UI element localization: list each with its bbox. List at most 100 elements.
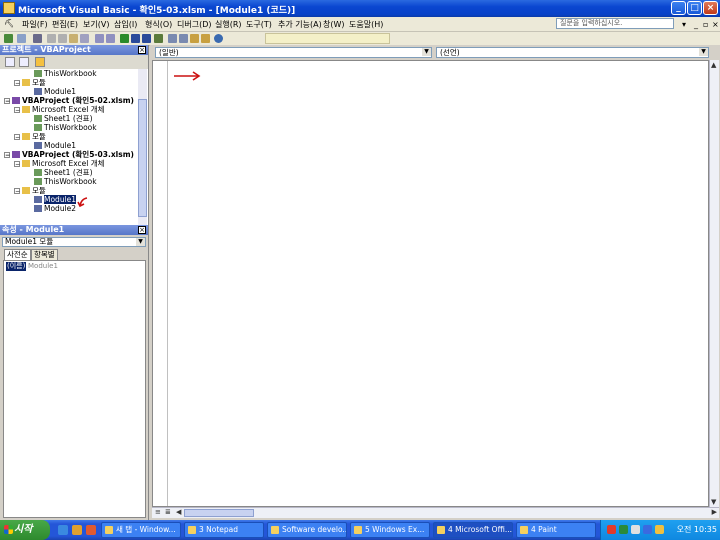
menu-view[interactable]: 보기(V)	[83, 19, 109, 30]
tree-node[interactable]: Sheet1 (견표)	[34, 168, 93, 177]
design-mode-icon[interactable]	[154, 34, 163, 43]
tree-node[interactable]: Module1	[34, 195, 77, 204]
copy-icon[interactable]	[58, 34, 67, 43]
chevron-down-icon[interactable]: ▼	[699, 48, 708, 56]
tree-node[interactable]: − Microsoft Excel 개체	[14, 105, 105, 114]
tree-node[interactable]: ThisWorkbook	[34, 123, 97, 132]
doc-minimize-button[interactable]: _	[694, 20, 698, 29]
scrollbar-thumb[interactable]	[184, 509, 254, 517]
paste-icon[interactable]	[69, 34, 78, 43]
object-combo[interactable]: (일반) ▼	[155, 47, 432, 58]
tree-node[interactable]: − 모듈	[14, 186, 46, 195]
code-editor[interactable]	[152, 60, 709, 507]
toggle-folders-icon[interactable]	[35, 57, 45, 67]
help-search-input[interactable]: 질문을 입력하십시오.	[556, 18, 674, 29]
object-selector[interactable]: Module1 모듈 ▼	[2, 237, 146, 247]
maximize-button[interactable]: □	[687, 1, 702, 15]
task-button[interactable]: 새 탭 - Window...	[101, 522, 181, 538]
collapse-toggle-icon[interactable]: −	[4, 98, 10, 105]
collapse-toggle-icon[interactable]: −	[14, 188, 20, 195]
scroll-right-icon[interactable]: ▶	[712, 508, 717, 516]
task-button[interactable]: 3 Notepad	[184, 522, 264, 538]
folder-quicklaunch-icon[interactable]	[72, 525, 82, 535]
code-margin[interactable]	[153, 61, 168, 506]
doc-dropdown-icon[interactable]: ▾	[682, 20, 686, 29]
collapse-toggle-icon[interactable]: −	[14, 134, 20, 141]
menu-edit[interactable]: 편집(E)	[52, 19, 78, 30]
help-icon[interactable]	[214, 34, 223, 43]
view-object-icon[interactable]	[19, 57, 29, 67]
tray-volume-icon[interactable]	[643, 525, 652, 534]
menu-addins[interactable]: 추가 기능(A)	[278, 19, 322, 30]
collapse-toggle-icon[interactable]: −	[4, 152, 10, 159]
property-grid[interactable]: (이름) Module1	[3, 260, 146, 518]
tree-node[interactable]: Module1	[34, 87, 76, 96]
undo-icon[interactable]	[95, 34, 104, 43]
tab-categorized[interactable]: 항목별	[31, 249, 58, 260]
task-button[interactable]: 4 Paint	[516, 522, 596, 538]
vba-app-icon[interactable]	[3, 2, 15, 14]
close-button[interactable]: ×	[703, 1, 718, 15]
tray-app-icon[interactable]	[607, 525, 616, 534]
menu-debug[interactable]: 디버그(D)	[177, 19, 211, 30]
tree-node[interactable]: Sheet1 (견표)	[34, 114, 93, 123]
tree-node[interactable]: Module1	[34, 141, 76, 150]
object-browser-icon[interactable]	[190, 34, 199, 43]
task-button[interactable]: 5 Windows Ex...	[350, 522, 430, 538]
tray-network-icon[interactable]	[619, 525, 628, 534]
tree-node[interactable]: − 모듈	[14, 78, 46, 87]
project-tree[interactable]: ThisWorkbook − 모듈 Module1− VBAProject (확인5-0…	[0, 69, 138, 225]
chevron-down-icon[interactable]: ▼	[136, 238, 145, 246]
menu-insert[interactable]: 삽입(I)	[114, 19, 137, 30]
scroll-down-icon[interactable]: ▼	[711, 498, 716, 506]
scroll-left-icon[interactable]: ◀	[176, 508, 181, 516]
cut-icon[interactable]	[47, 34, 56, 43]
properties-close-button[interactable]: ×	[138, 226, 146, 234]
project-explorer-icon[interactable]	[168, 34, 177, 43]
doc-close-button[interactable]: ×	[712, 20, 719, 29]
menu-run[interactable]: 실행(R)	[215, 19, 242, 30]
procedure-view-icon[interactable]: ≡	[155, 508, 161, 516]
tray-security-icon[interactable]	[655, 525, 664, 534]
tree-node[interactable]: − VBAProject (확인5-03.xlsm)	[4, 150, 134, 159]
reset-icon[interactable]	[142, 34, 151, 43]
chevron-down-icon[interactable]: ▼	[422, 48, 431, 56]
menu-window[interactable]: 창(W)	[323, 19, 345, 30]
tree-node[interactable]: ThisWorkbook	[34, 69, 97, 78]
menu-format[interactable]: 형식(O)	[145, 19, 172, 30]
break-icon[interactable]	[131, 34, 140, 43]
tab-alphabetic[interactable]: 사전순	[4, 249, 31, 260]
toolbox-icon[interactable]	[201, 34, 210, 43]
tree-node[interactable]: − VBAProject (확인5-02.xlsm)	[4, 96, 134, 105]
tray-ime-icon[interactable]	[631, 525, 640, 534]
minimize-button[interactable]: _	[671, 1, 686, 15]
project-explorer-close-button[interactable]: ×	[138, 46, 146, 54]
browser-quicklaunch-icon[interactable]	[86, 525, 96, 535]
task-button-active[interactable]: 4 Microsoft Offi...	[433, 522, 513, 538]
save-icon[interactable]	[33, 34, 42, 43]
find-icon[interactable]	[80, 34, 89, 43]
scrollbar-thumb[interactable]	[138, 99, 147, 217]
ie-quicklaunch-icon[interactable]	[58, 525, 68, 535]
project-tree-scrollbar[interactable]	[138, 69, 147, 225]
excel-view-icon[interactable]	[4, 34, 13, 43]
tree-node[interactable]: − 모듈	[14, 132, 46, 141]
code-vertical-scrollbar[interactable]: ▲ ▼	[709, 60, 719, 507]
insert-module-icon[interactable]	[17, 34, 26, 43]
procedure-combo[interactable]: (선언) ▼	[436, 47, 709, 58]
collapse-toggle-icon[interactable]: −	[14, 80, 20, 87]
property-row-name[interactable]: (이름) Module1	[4, 262, 145, 271]
tree-node[interactable]: Module2	[34, 204, 76, 213]
task-button[interactable]: Software develo...	[267, 522, 347, 538]
run-icon[interactable]	[120, 34, 129, 43]
menu-help[interactable]: 도움말(H)	[349, 19, 383, 30]
full-module-view-icon[interactable]: ≣	[165, 508, 171, 516]
redo-icon[interactable]	[106, 34, 115, 43]
scroll-up-icon[interactable]: ▲	[711, 61, 716, 69]
doc-restore-button[interactable]: ▫	[703, 20, 708, 29]
collapse-toggle-icon[interactable]: −	[14, 107, 20, 114]
properties-window-icon[interactable]	[179, 34, 188, 43]
code-horizontal-scrollbar[interactable]: ≡ ≣ ◀ ▶	[152, 507, 719, 518]
start-button[interactable]: 시작	[0, 520, 50, 540]
tree-node[interactable]: − Microsoft Excel 개체	[14, 159, 105, 168]
